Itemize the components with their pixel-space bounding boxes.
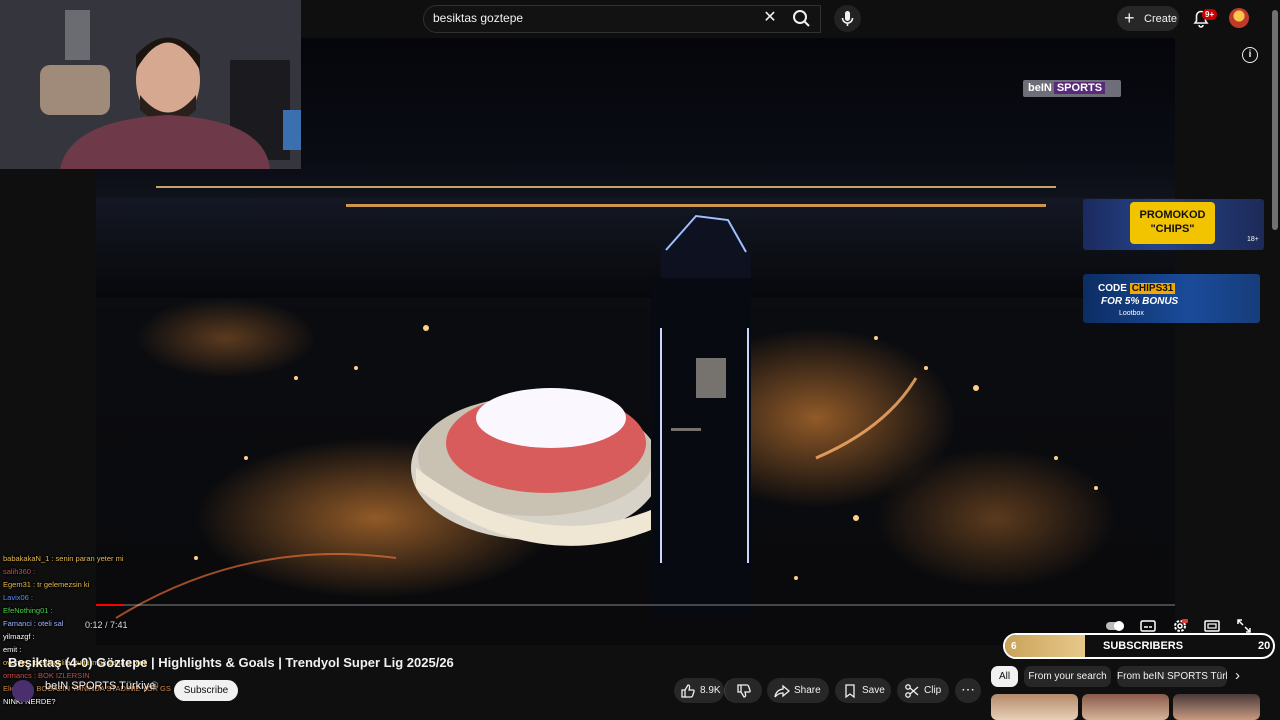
share-button[interactable]: Share [767,678,829,703]
chevron-right-icon[interactable]: › [1235,667,1240,684]
microphone-icon [841,11,854,26]
voice-search-button[interactable] [834,5,861,32]
more-horizontal-icon: ⋯ [961,681,975,697]
account-avatar[interactable] [1229,8,1249,28]
subscribe-button[interactable]: Subscribe [174,680,238,701]
chat-message: babakakaN_1 : senin paran yeter mi [3,554,124,563]
info-icon[interactable]: i [1242,47,1258,63]
chat-message: emit : [3,645,22,654]
subscriber-current-count: 6 [1011,641,1017,652]
code-label-text: CODE [1098,283,1127,294]
verified-icon: ◎ [150,680,159,691]
subscriber-goal-target: 20 [1258,640,1271,652]
share-label: Share [794,685,821,696]
plus-icon: + [1124,8,1135,28]
subscriber-goal-label: SUBSCRIBERS [1103,640,1184,652]
related-video-thumbnail[interactable] [1173,694,1260,720]
code-value: CHIPS31 [1129,283,1176,294]
clear-search-icon[interactable]: ✕ [760,8,780,28]
chat-message: ormancs : BOK IZLERSIN [3,671,90,680]
broadcaster-logo-text: beIN [1028,82,1052,94]
save-button[interactable]: Save [835,678,891,703]
webcam-feed [0,0,301,169]
save-label: Save [862,685,885,696]
video-title: Beşiktaş (4-0) Göztepe | Highlights & Go… [8,655,454,670]
code-label: CODE CHIPS31 [1098,283,1176,294]
search-icon [793,10,810,27]
progress-bar[interactable] [96,604,1175,606]
promo-code-box: PROMOKOD "CHIPS" [1130,202,1215,244]
promo-code-label: PROMOKOD [1139,209,1206,221]
chat-message: EfeNothing01 : [3,606,53,615]
thumbs-down-icon [737,684,751,698]
notification-badge: 9+ [1202,9,1218,20]
bookmark-icon [845,684,855,699]
chip-all[interactable]: All [991,666,1018,687]
channel-avatar[interactable] [12,680,34,702]
like-button[interactable]: 8.9K [674,678,724,703]
code-ad-banner: CODE CHIPS31 FOR 5% BONUS Lootbox [1083,274,1260,323]
related-video-thumbnail[interactable] [1082,694,1169,720]
chat-message: yilmazgf : [3,632,35,641]
progress-fill [96,604,125,606]
like-count: 8.9K [700,685,721,696]
broadcaster-logo-suffix: SPORTS [1053,82,1106,94]
scissors-icon [905,684,919,698]
subscriber-goal-fill [1005,635,1086,657]
page-scrollbar[interactable] [1272,10,1278,230]
broadcaster-logo: beIN SPORTS [1023,80,1121,97]
search-button[interactable] [783,5,821,33]
dislike-button[interactable] [724,678,762,703]
time-display: 0:12 / 7:41 [85,620,128,630]
chat-message: Famanci : oteli sal [3,619,64,628]
clip-label: Clip [924,685,942,696]
chip-from-channel[interactable]: From beIN SPORTS Türkiye [1117,666,1227,687]
chat-message: Lavix06 : [3,593,34,602]
clip-button[interactable]: Clip [897,678,949,703]
channel-name[interactable]: beIN SPORTS Türkiye [45,680,155,692]
thumbs-up-icon [681,684,695,698]
promo-code-value: "CHIPS" [1150,223,1195,235]
more-actions-button[interactable]: ⋯ [955,678,981,703]
chip-from-your-search[interactable]: From your search [1024,666,1111,687]
search-query-text[interactable]: besiktas goztepe [433,11,523,25]
chat-message: salih360 : [3,567,36,576]
share-icon [774,684,790,698]
chat-message: Egem31 : tr gelemezsin ki [3,580,90,589]
related-video-thumbnail[interactable] [991,694,1078,720]
code-brand: Lootbox [1119,310,1144,317]
streamer-webcam [0,0,301,169]
code-bonus: FOR 5% BONUS [1101,296,1179,307]
age-restriction-badge: 18+ [1247,236,1259,243]
